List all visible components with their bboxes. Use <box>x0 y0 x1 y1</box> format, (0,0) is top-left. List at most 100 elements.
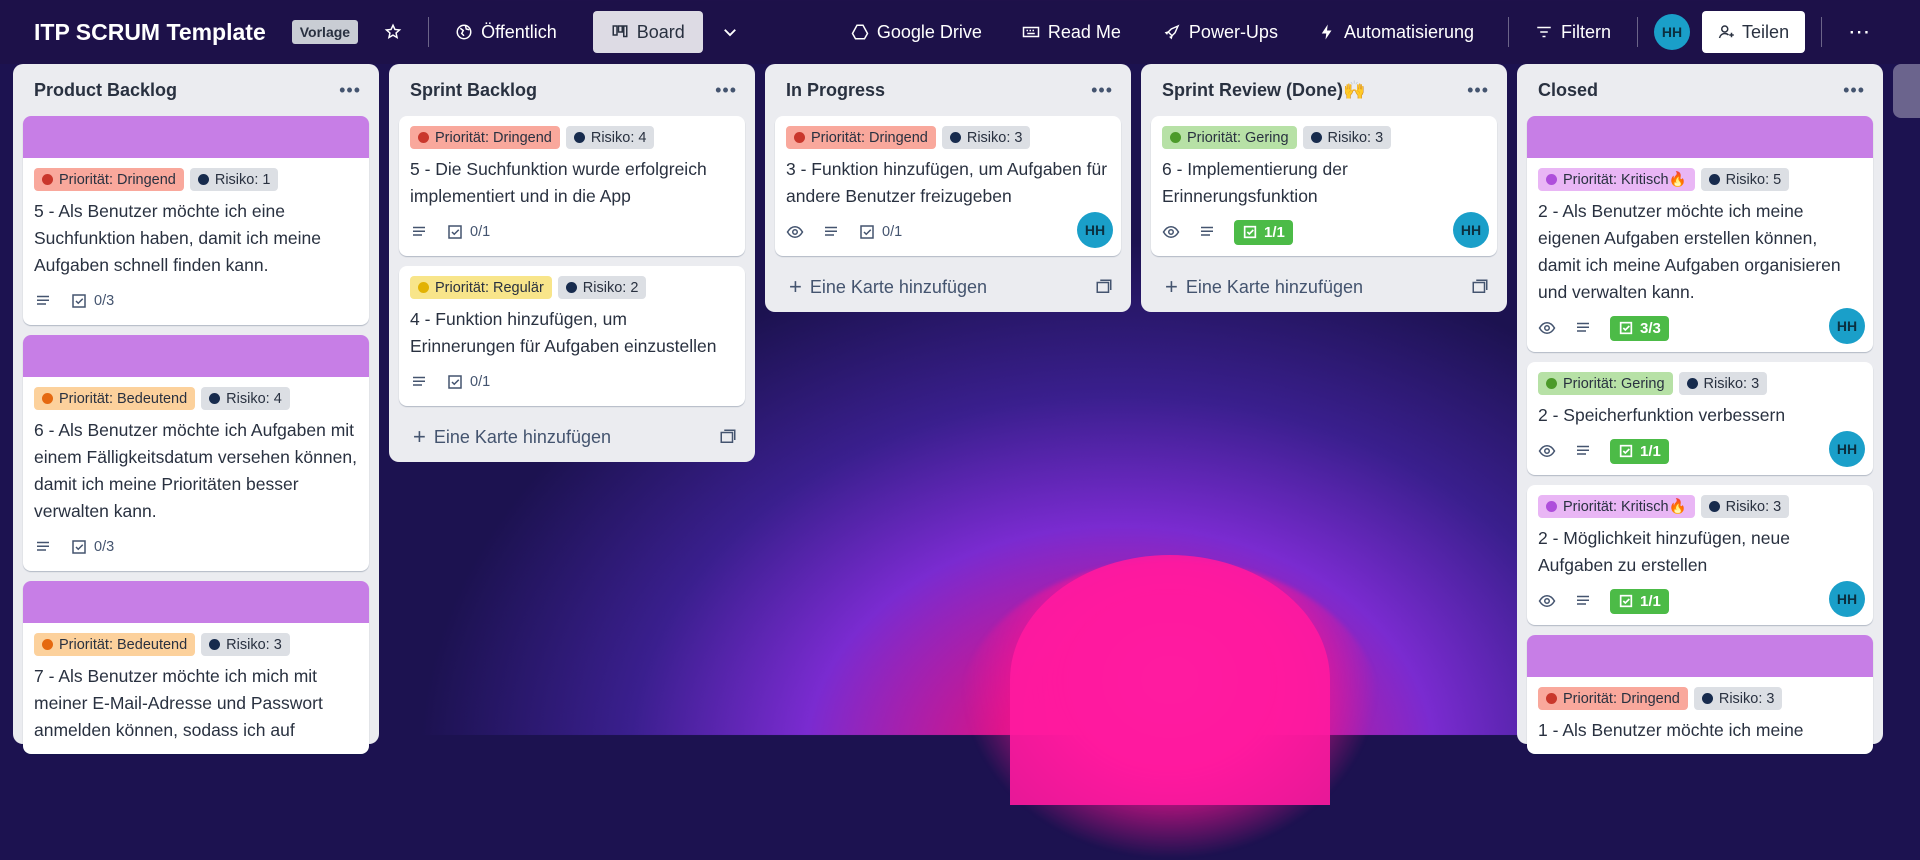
member-avatar[interactable]: HH <box>1654 14 1691 50</box>
risk-label[interactable]: Risiko: 4 <box>201 387 290 410</box>
checkbox-icon <box>860 225 874 239</box>
list-header: Product Backlog ••• <box>23 64 369 116</box>
google-drive-button[interactable]: Google Drive <box>841 11 992 53</box>
more-menu-button[interactable]: ⋯ <box>1838 11 1881 53</box>
filter-label: Filtern <box>1561 21 1612 42</box>
share-button[interactable]: Teilen <box>1702 11 1806 53</box>
list-menu-icon[interactable]: ••• <box>339 80 361 101</box>
checklist-badge: 0/3 <box>70 538 114 556</box>
automation-button[interactable]: Automatisierung <box>1308 11 1484 53</box>
risk-label[interactable]: Risiko: 3 <box>1700 495 1790 518</box>
risk-label[interactable]: Risiko: 3 <box>1302 126 1392 149</box>
card-title: 5 - Als Benutzer möchte ich eine Suchfun… <box>34 201 321 275</box>
checklist-badge: 0/1 <box>446 373 490 391</box>
power-ups-button[interactable]: Power-Ups <box>1153 11 1288 53</box>
card-title: 3 - Funktion hinzufügen, um Aufgaben für… <box>786 159 1108 206</box>
add-list-tab[interactable] <box>1893 64 1920 118</box>
list-sprint-backlog: Sprint Backlog ••• Priorität: Dringend R… <box>389 64 755 462</box>
plus-icon: + <box>1165 274 1178 299</box>
priority-label[interactable]: Priorität: Bedeutend <box>34 387 196 410</box>
risk-label[interactable]: Risiko: 3 <box>1678 372 1768 395</box>
card-cover <box>1527 635 1873 677</box>
priority-label[interactable]: Priorität: Bedeutend <box>34 633 196 656</box>
board-view-button[interactable]: Board <box>592 11 703 53</box>
read-me-label: Read Me <box>1047 21 1121 42</box>
board-title[interactable]: ITP SCRUM Template <box>34 19 266 46</box>
card[interactable]: Priorität: Kritisch🔥 Risiko: 5 2 - Als B… <box>1527 116 1873 352</box>
priority-label[interactable]: Priorität: Dringend <box>1538 687 1688 710</box>
priority-label[interactable]: Priorität: Kritisch🔥 <box>1538 495 1695 518</box>
checkbox-icon <box>1619 594 1633 608</box>
template-icon[interactable] <box>1095 278 1113 296</box>
board-icon <box>612 25 628 38</box>
description-icon <box>822 223 840 241</box>
risk-label[interactable]: Risiko: 3 <box>1693 687 1783 710</box>
filter-icon <box>1537 26 1551 38</box>
power-ups-label: Power-Ups <box>1188 21 1278 42</box>
risk-label[interactable]: Risiko: 5 <box>1700 168 1790 191</box>
card-member-avatar[interactable]: HH <box>1077 212 1113 248</box>
watch-icon <box>1162 223 1180 241</box>
list-closed: Closed ••• Priorität: Kritisch🔥 Risiko: … <box>1517 64 1883 754</box>
add-card-button[interactable]: + Eine Karte hinzufügen <box>399 416 745 458</box>
risk-label[interactable]: Risiko: 1 <box>189 168 279 191</box>
card[interactable]: Priorität: Dringend Risiko: 3 3 - Funkti… <box>775 116 1121 256</box>
card[interactable]: Priorität: Dringend Risiko: 3 1 - Als Be… <box>1527 635 1873 754</box>
list-title[interactable]: In Progress <box>786 80 885 101</box>
add-card-button[interactable]: + Eine Karte hinzufügen <box>775 266 1121 308</box>
visibility-button[interactable]: Öffentlich <box>445 11 567 53</box>
priority-label[interactable]: Priorität: Dringend <box>786 126 936 149</box>
list-menu-icon[interactable]: ••• <box>1091 80 1113 101</box>
card-title: 5 - Die Suchfunktion wurde erfolgreich i… <box>410 159 707 206</box>
card-member-avatar[interactable]: HH <box>1829 581 1865 617</box>
card-member-avatar[interactable]: HH <box>1829 431 1865 467</box>
star-button[interactable] <box>374 11 412 53</box>
card[interactable]: Priorität: Dringend Risiko: 1 5 - Als Be… <box>23 116 369 325</box>
checklist-badge: 0/1 <box>446 223 490 241</box>
priority-label[interactable]: Priorität: Regulär <box>410 276 552 299</box>
watch-icon <box>1538 442 1556 460</box>
list-menu-icon[interactable]: ••• <box>715 80 737 101</box>
card-member-avatar[interactable]: HH <box>1829 308 1865 344</box>
more-icon: ⋯ <box>1848 19 1872 44</box>
view-switcher-button[interactable] <box>711 11 749 53</box>
risk-label[interactable]: Risiko: 4 <box>565 126 655 149</box>
card-cover <box>23 335 369 377</box>
visibility-label: Öffentlich <box>481 21 557 42</box>
card[interactable]: Priorität: Regulär Risiko: 2 4 - Funktio… <box>399 266 745 406</box>
list-menu-icon[interactable]: ••• <box>1843 80 1865 101</box>
priority-label[interactable]: Priorität: Dringend <box>34 168 184 191</box>
card[interactable]: Priorität: Gering Risiko: 3 6 - Implemen… <box>1151 116 1497 256</box>
watch-icon <box>1538 592 1556 610</box>
read-me-button[interactable]: Read Me <box>1012 11 1131 53</box>
filter-button[interactable]: Filtern <box>1525 11 1621 53</box>
risk-label[interactable]: Risiko: 3 <box>941 126 1031 149</box>
list-title[interactable]: Closed <box>1538 80 1598 101</box>
card-member-avatar[interactable]: HH <box>1453 212 1489 248</box>
card-title: 1 - Als Benutzer möchte ich meine <box>1538 720 1804 740</box>
checklist-badge-complete: 3/3 <box>1610 315 1669 341</box>
priority-label[interactable]: Priorität: Gering <box>1162 126 1297 149</box>
list-title[interactable]: Sprint Review (Done)🙌 <box>1162 80 1365 101</box>
risk-label[interactable]: Risiko: 2 <box>557 276 647 299</box>
card[interactable]: Priorität: Bedeutend Risiko: 3 7 - Als B… <box>23 581 369 754</box>
priority-label[interactable]: Priorität: Kritisch🔥 <box>1538 168 1695 191</box>
list-menu-icon[interactable]: ••• <box>1467 80 1489 101</box>
card-title: 2 - Als Benutzer möchte ich meine eigene… <box>1538 201 1841 302</box>
priority-label[interactable]: Priorität: Gering <box>1538 372 1673 395</box>
template-icon[interactable] <box>1471 278 1489 296</box>
card[interactable]: Priorität: Gering Risiko: 3 2 - Speicher… <box>1527 362 1873 475</box>
priority-label[interactable]: Priorität: Dringend <box>410 126 560 149</box>
card-title: 4 - Funktion hinzufügen, um Erinnerungen… <box>410 309 717 356</box>
list-title[interactable]: Product Backlog <box>34 80 177 101</box>
description-icon <box>34 538 52 556</box>
risk-label[interactable]: Risiko: 3 <box>201 633 290 656</box>
add-card-button[interactable]: + Eine Karte hinzufügen <box>1151 266 1497 308</box>
divider <box>1821 17 1823 47</box>
card[interactable]: Priorität: Bedeutend Risiko: 4 6 - Als B… <box>23 335 369 571</box>
checklist-badge-complete: 1/1 <box>1610 438 1669 464</box>
list-title[interactable]: Sprint Backlog <box>410 80 537 101</box>
card[interactable]: Priorität: Kritisch🔥 Risiko: 3 2 - Mögli… <box>1527 485 1873 625</box>
card[interactable]: Priorität: Dringend Risiko: 4 5 - Die Su… <box>399 116 745 256</box>
template-icon[interactable] <box>719 428 737 446</box>
